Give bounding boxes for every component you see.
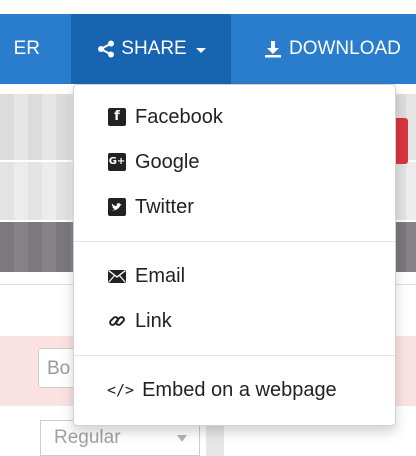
share-embed[interactable]: </> Embed on a webpage <box>107 375 337 405</box>
menu-divider <box>74 241 395 242</box>
download-button[interactable]: DOWNLOAD <box>263 14 401 84</box>
envelope-icon <box>107 266 127 286</box>
share-icon <box>96 39 116 59</box>
google-icon: G+ <box>107 152 127 172</box>
share-google[interactable]: G+ Google <box>107 147 200 177</box>
chevron-down-icon <box>195 48 206 53</box>
code-icon: </> <box>107 381 135 399</box>
share-link[interactable]: Link <box>107 306 172 336</box>
chevron-down-icon <box>177 435 187 442</box>
share-dropdown-menu: f Facebook G+ Google Twitter Email Link … <box>73 84 396 426</box>
share-label: SHARE <box>121 38 187 59</box>
link-icon <box>107 311 127 331</box>
download-label: DOWNLOAD <box>289 38 401 59</box>
share-twitter[interactable]: Twitter <box>107 192 194 222</box>
twitter-icon <box>107 197 127 217</box>
share-facebook[interactable]: f Facebook <box>107 102 223 132</box>
nav-item-truncated[interactable]: ER <box>0 14 40 84</box>
share-email[interactable]: Email <box>107 261 185 291</box>
menu-divider <box>74 355 395 356</box>
share-button[interactable]: SHARE <box>71 14 231 84</box>
facebook-icon: f <box>107 107 127 127</box>
download-icon <box>263 39 283 59</box>
